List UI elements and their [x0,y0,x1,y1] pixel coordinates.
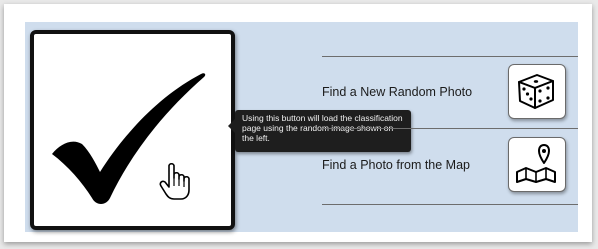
hand-cursor-icon [159,162,190,200]
classify-random-image-button[interactable] [30,30,235,230]
random-photo-button[interactable] [508,64,566,119]
divider-top [322,56,578,57]
dice-icon [518,74,554,109]
tooltip: Using this button will load the classifi… [228,110,411,152]
divider-middle [322,128,578,129]
map-pin-icon [516,144,556,183]
checkmark-icon [52,73,206,204]
map-photo-button[interactable] [508,137,566,192]
tooltip-arrow [228,119,235,133]
divider-bottom [322,204,578,205]
map-photo-label[interactable]: Find a Photo from the Map [322,158,470,172]
random-photo-label[interactable]: Find a New Random Photo [322,85,472,99]
